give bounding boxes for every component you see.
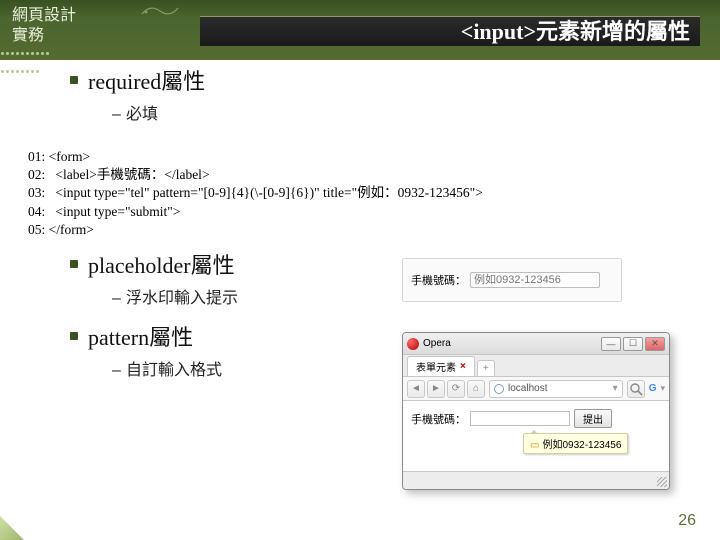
code-line-3: 03: <input type="tel" pattern="[0-9]{4}(… [28,184,692,202]
nav-home-button[interactable]: ⌂ [467,380,485,398]
heading-pattern: pattern屬性 [88,320,193,352]
new-tab-button[interactable]: + [477,360,495,376]
demo-input[interactable] [470,272,600,288]
bullet-icon [70,76,78,84]
search-dropdown-icon[interactable]: ▾ [660,383,665,394]
code-snippet: 01: <form> 02: <label>手機號碼：</label> 03: … [22,146,698,241]
sub-placeholder: 浮水印輸入提示 [126,290,238,307]
logo-line1: 網頁設計 [12,6,76,26]
logo-line2: 實務 [12,26,76,46]
page-number: 26 [678,512,696,530]
resize-handle-icon[interactable] [657,477,667,487]
site-logo: 網頁設計 實務 [12,6,76,46]
opera-browser-window: Opera — ☐ ✕ 表單元素 × + ◄ ► ⟳ ⌂ localhost ▾… [402,332,670,490]
heading-placeholder: placeholder屬性 [88,248,235,280]
validation-tooltip: ▭例如0932-123456 [523,433,628,454]
heading-required: required屬性 [88,64,205,96]
tooltip-text: 例如0932-123456 [542,440,621,451]
tel-input[interactable] [470,411,570,426]
search-button[interactable] [627,380,645,398]
slide-title: <input>元素新增的屬性 [461,14,690,46]
corner-decoration [0,516,24,540]
sub-pattern: 自訂輸入格式 [126,362,222,379]
flourish-icon [140,4,180,18]
window-app-name: Opera [423,338,451,349]
code-line-1: 01: <form> [28,148,692,166]
window-maximize-button[interactable]: ☐ [623,337,643,351]
demo-label: 手機號碼： [411,272,466,288]
tab-label: 表單元素 [416,359,456,374]
sub-required: 必填 [126,106,158,123]
placeholder-demo-box: 手機號碼： [402,258,622,302]
bullet-icon [70,260,78,268]
form-label: 手機號碼： [411,411,466,427]
opera-icon [407,338,419,350]
bullet-icon [70,332,78,340]
status-bar [403,471,669,489]
google-icon[interactable]: G [649,383,657,394]
url-text: localhost [508,383,547,394]
nav-reload-button[interactable]: ⟳ [447,380,465,398]
address-bar[interactable]: localhost ▾ [489,380,623,398]
code-line-4: 04: <input type="submit"> [28,203,692,221]
window-close-button[interactable]: ✕ [645,337,665,351]
warning-icon: ▭ [530,440,539,451]
nav-back-button[interactable]: ◄ [407,380,425,398]
browser-tab[interactable]: 表單元素 × [407,356,475,376]
window-minimize-button[interactable]: — [601,337,621,351]
tab-close-icon[interactable]: × [460,361,466,372]
code-line-5: 05: </form> [28,221,692,239]
globe-icon [494,384,504,394]
submit-button[interactable]: 提出 [574,409,612,428]
code-line-2: 02: <label>手機號碼：</label> [28,166,692,184]
nav-forward-button[interactable]: ► [427,380,445,398]
